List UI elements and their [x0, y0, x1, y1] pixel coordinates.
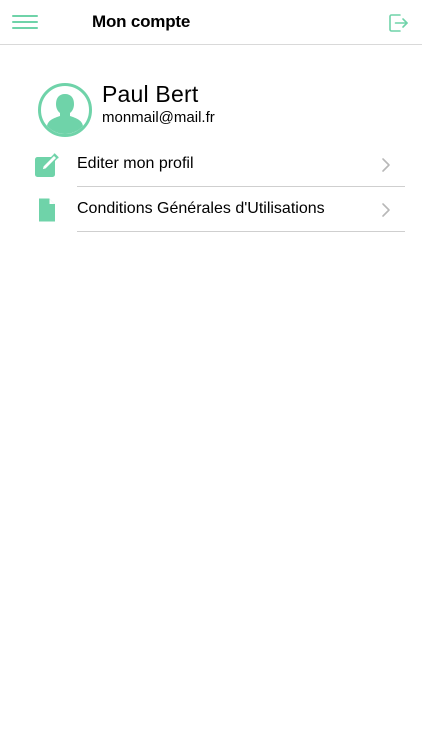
- menu-item-label: Conditions Générales d'Utilisations: [77, 200, 325, 217]
- edit-icon: [34, 152, 60, 178]
- hamburger-menu-icon[interactable]: [12, 11, 38, 33]
- chevron-right-icon: [380, 156, 392, 174]
- menu-item-label: Editer mon profil: [77, 155, 194, 172]
- document-icon: [34, 197, 60, 223]
- chevron-right-icon: [380, 201, 392, 219]
- separator: [77, 186, 405, 187]
- separator: [77, 231, 405, 232]
- profile-email: monmail@mail.fr: [102, 109, 215, 126]
- page-title: Mon compte: [92, 12, 191, 31]
- profile-name: Paul Bert: [102, 81, 199, 107]
- menu-item-edit-profile[interactable]: Editer mon profil: [0, 143, 422, 187]
- profile-card: Paul Bert monmail@mail.fr: [38, 81, 398, 139]
- app-header: Mon compte: [0, 0, 422, 45]
- user-avatar-icon: [38, 83, 92, 137]
- logout-icon[interactable]: [386, 11, 410, 35]
- menu-item-terms[interactable]: Conditions Générales d'Utilisations: [0, 188, 422, 232]
